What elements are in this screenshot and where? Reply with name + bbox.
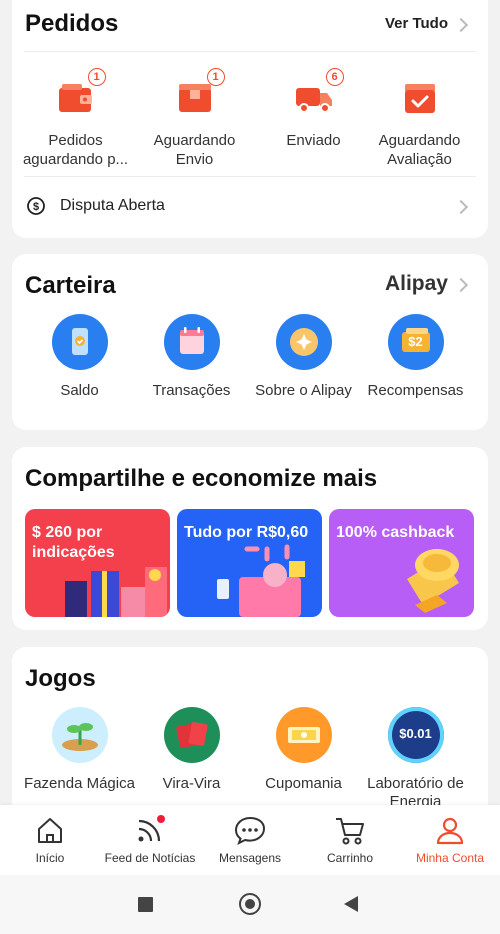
order-label: Pedidos aguardando p...: [22, 132, 129, 168]
wallet-label: Transações: [152, 382, 231, 399]
wallet-title: Carteira: [25, 272, 116, 299]
reward-ticket-icon: $2: [387, 314, 444, 370]
wallet-transactions[interactable]: Transações: [132, 314, 251, 399]
wallet-label: Saldo: [60, 382, 99, 399]
tab-news-feed[interactable]: Feed de Notícias: [100, 805, 200, 875]
energy-lab-icon: $0.01: [387, 707, 444, 763]
order-badge: 6: [325, 68, 344, 86]
share-card: Compartilhe e economize mais $ 260 por i…: [12, 447, 488, 630]
divider: [24, 176, 476, 177]
svg-text:$: $: [33, 201, 39, 213]
alipay-link[interactable]: Alipay: [360, 270, 470, 300]
order-shipped[interactable]: 6 Enviado: [254, 68, 373, 150]
promo-cashback[interactable]: 100% cashback: [329, 509, 474, 617]
wallet-icon: 1: [56, 68, 106, 118]
alipay-logo: Alipay: [384, 272, 448, 295]
alipay-coin-icon: [275, 314, 332, 370]
order-label: Aguardando Envio: [153, 132, 236, 168]
game-cupomania[interactable]: Cupomania: [244, 707, 363, 793]
dispute-row[interactable]: $ Disputa Aberta: [12, 178, 488, 236]
promo-sixty-cents[interactable]: Tudo por R$0,60: [177, 509, 322, 617]
truck-icon: 6: [294, 68, 344, 118]
package-icon: 1: [175, 68, 225, 118]
share-title: Compartilhe e economize mais: [25, 465, 378, 492]
system-navigation-bar: [0, 875, 500, 934]
order-label: Enviado: [286, 132, 341, 149]
farm-sprout-icon: [51, 707, 108, 763]
home-icon: [38, 818, 62, 843]
feed-icon: [138, 815, 165, 842]
wallet-card: Carteira Alipay Saldo Transações Sobre o…: [12, 254, 488, 430]
shopping-cart-gifts-icon: [217, 544, 305, 617]
dispute-label: Disputa Aberta: [60, 197, 165, 214]
account-icon: [436, 817, 464, 845]
wallet-balance[interactable]: Saldo: [20, 314, 139, 399]
energy-lab-icon-text: $0.01: [399, 726, 432, 741]
chevron-right-icon: [453, 199, 469, 215]
coin-cashback-icon: [407, 549, 459, 613]
home-circle-icon[interactable]: [239, 893, 261, 915]
chevron-right-icon: [453, 17, 469, 33]
order-label: Aguardando Avaliação: [378, 132, 461, 168]
coupon-icon: [275, 707, 332, 763]
cart-icon: [336, 818, 364, 845]
orders-card: Pedidos Ver Tudo 1 Pedidos aguardando p.…: [12, 0, 488, 238]
game-label: Fazenda Mágica: [24, 775, 135, 792]
order-awaiting-payment[interactable]: 1 Pedidos aguardando p...: [16, 68, 135, 169]
tab-my-account[interactable]: Minha Conta: [400, 805, 500, 875]
wallet-rewards[interactable]: $2 Recompensas: [356, 314, 475, 399]
phone-balance-icon: [51, 314, 108, 370]
chat-icon: [234, 816, 266, 845]
reward-icon-text: $2: [408, 334, 423, 349]
wallet-about-alipay[interactable]: Sobre o Alipay: [244, 314, 363, 399]
tab-label: Minha Conta: [415, 851, 485, 865]
orders-title: Pedidos: [25, 10, 119, 37]
tab-cart[interactable]: Carrinho: [300, 805, 400, 875]
tab-label: Mensagens: [218, 851, 282, 865]
game-label: Cupomania: [265, 775, 342, 792]
order-badge: 1: [87, 68, 106, 86]
chevron-right-icon: [453, 277, 469, 293]
wallet-label: Sobre o Alipay: [255, 382, 352, 399]
recent-apps-icon[interactable]: [138, 897, 153, 912]
order-awaiting-review[interactable]: Aguardando Avaliação: [360, 78, 479, 169]
wallet-label: Recompensas: [367, 382, 464, 399]
game-magic-farm[interactable]: Fazenda Mágica: [20, 707, 139, 793]
games-card: Jogos Fazenda Mágica Vira-Vira Cupomania…: [12, 647, 488, 827]
bottom-tab-bar: Início Feed de Notícias Mensagens Carrin…: [0, 805, 500, 875]
game-vira-vira[interactable]: Vira-Vira: [132, 707, 251, 793]
dispute-icon: $: [26, 196, 46, 221]
tab-label: Início: [35, 851, 65, 865]
order-awaiting-shipment[interactable]: 1 Aguardando Envio: [135, 68, 254, 169]
tab-messages[interactable]: Mensagens: [200, 805, 300, 875]
gift-boxes-icon: [65, 567, 167, 617]
back-triangle-icon[interactable]: [344, 896, 358, 912]
tab-label: Feed de Notícias: [104, 851, 196, 865]
view-all-label: Ver Tudo: [384, 15, 448, 32]
calendar-icon: [163, 314, 220, 370]
tab-home[interactable]: Início: [0, 805, 100, 875]
order-badge: 1: [206, 68, 225, 86]
promo-referral[interactable]: $ 260 por indicações: [25, 509, 170, 617]
view-all-link[interactable]: Ver Tudo: [370, 15, 470, 35]
games-title: Jogos: [25, 665, 96, 692]
game-label: Vira-Vira: [162, 775, 221, 792]
cards-icon: [163, 707, 220, 763]
tab-label: Carrinho: [326, 851, 374, 865]
review-box-icon: [400, 78, 440, 118]
divider: [24, 51, 476, 52]
game-energy-lab[interactable]: $0.01 Laboratório de Energia: [356, 707, 475, 811]
